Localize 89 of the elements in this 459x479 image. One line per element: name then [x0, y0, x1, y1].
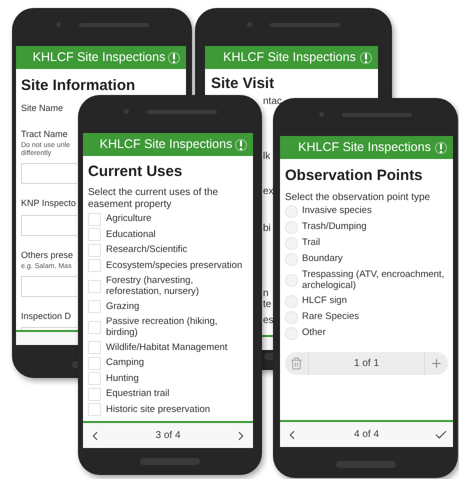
checkbox[interactable] — [88, 280, 101, 292]
field-label: lk — [263, 150, 270, 162]
checkbox[interactable] — [88, 228, 101, 241]
option-label: Research/Scientific — [106, 244, 188, 256]
option-label: Agriculture — [106, 213, 152, 225]
checkbox[interactable] — [88, 388, 101, 400]
radio-option[interactable]: Boundary — [285, 252, 448, 266]
input-field[interactable] — [21, 276, 77, 296]
radio-option[interactable]: Invasive species — [285, 204, 448, 218]
field-label: es — [263, 314, 274, 326]
radio-button[interactable] — [285, 220, 298, 234]
radio-button[interactable] — [285, 204, 298, 218]
radio-button[interactable] — [285, 252, 298, 266]
radio-option[interactable]: HLCF sign — [285, 294, 448, 308]
radio-option[interactable]: Other — [285, 326, 448, 340]
field-label: ex — [263, 186, 274, 196]
field-label: Site Name — [21, 102, 64, 114]
page-title: Observation Points — [285, 166, 424, 186]
option-label: Invasive species — [302, 205, 372, 217]
option-label: HLCF sign — [302, 295, 347, 307]
checkbox[interactable] — [88, 372, 101, 385]
radio-button[interactable] — [285, 326, 298, 340]
checkbox-option[interactable]: Ecosystem/species preservation — [88, 259, 248, 272]
input-field[interactable] — [21, 162, 77, 184]
alert-icon[interactable] — [235, 138, 247, 152]
page-indicator: 4 of 4 — [354, 428, 380, 442]
option-label: Educational — [106, 228, 156, 240]
option-label: Forestry (harvesting, reforestation, nursery) — [106, 274, 200, 298]
field-label: Tract Name — [21, 128, 68, 141]
option-label: Hunting — [106, 372, 139, 384]
checkbox[interactable] — [88, 403, 101, 416]
page-indicator: 3 of 4 — [155, 429, 181, 443]
radio-button[interactable] — [285, 236, 298, 250]
input-field[interactable] — [21, 215, 77, 236]
option-label: Boundary — [302, 253, 343, 265]
option-label: Trail — [302, 237, 320, 249]
option-label: Ecosystem/species preservation — [106, 260, 242, 272]
field-label: Inspection D — [21, 310, 72, 323]
alert-icon[interactable] — [435, 140, 447, 154]
field-label: bi — [263, 222, 271, 234]
field-label: Others prese — [21, 249, 74, 262]
checkbox-option[interactable]: Hunting — [88, 372, 248, 385]
radio-button[interactable] — [285, 274, 298, 286]
app-title: KHLCF Site Inspections — [222, 49, 357, 66]
radio-option[interactable]: Trail — [285, 236, 448, 250]
checkbox[interactable] — [88, 300, 101, 313]
app-title: KHLCF Site Inspections — [297, 139, 432, 156]
question-text: Select the current uses of the easement property — [88, 186, 220, 210]
page-title: Site Visit — [211, 74, 276, 94]
page-title: Current Uses — [88, 162, 184, 182]
field-label: ntac — [263, 96, 282, 106]
add-icon[interactable] — [430, 356, 443, 370]
radio-option[interactable]: Rare Species — [285, 310, 448, 324]
radio-button[interactable] — [285, 294, 298, 308]
option-label: Wildlife/Habitat Management — [106, 342, 228, 354]
checkbox[interactable] — [88, 259, 101, 272]
option-label: Trash/Dumping — [302, 221, 367, 233]
option-label: Rare Species — [302, 311, 360, 323]
checkbox-option[interactable]: Wildlife/Habitat Management — [88, 341, 248, 354]
record-indicator: 1 of 1 — [352, 356, 380, 370]
checkbox-option[interactable]: Forestry (harvesting, reforestation, nursery) — [88, 274, 248, 298]
radio-option[interactable]: Trash/Dumping — [285, 220, 448, 234]
checkbox-option[interactable]: Equestrian trail — [88, 388, 248, 400]
checkbox[interactable] — [88, 212, 101, 226]
field-label: n — [263, 288, 269, 298]
option-label: Passive recreation (hiking, birding) — [106, 316, 218, 338]
checkbox-option[interactable]: Grazing — [88, 300, 248, 313]
page-title: Site Information — [21, 76, 136, 96]
radio-button[interactable] — [285, 310, 298, 324]
checkbox-option[interactable]: Research/Scientific — [88, 244, 248, 256]
option-label: Equestrian trail — [106, 388, 170, 400]
app-title: KHLCF Site Inspections — [32, 49, 166, 66]
field-label: KNP Inspecto — [21, 196, 76, 210]
trash-icon[interactable] — [290, 356, 303, 370]
option-label: Grazing — [106, 300, 140, 312]
option-label: Other — [302, 327, 326, 339]
alert-icon[interactable] — [360, 50, 372, 64]
field-label: te — [263, 298, 272, 310]
checkbox-option[interactable]: Historic site preservation — [88, 403, 248, 416]
checkbox-option[interactable]: Educational — [88, 228, 248, 241]
app-title: KHLCF Site Inspections — [98, 136, 234, 154]
option-label: Historic site preservation — [106, 404, 210, 416]
alert-icon[interactable] — [168, 50, 180, 64]
checkbox[interactable] — [88, 341, 101, 354]
checkbox[interactable] — [88, 320, 101, 334]
checkbox-option[interactable]: Passive recreation (hiking, birding) — [88, 316, 248, 338]
checkbox[interactable] — [88, 244, 101, 256]
question-text: Select the observation point type — [285, 192, 432, 204]
checkbox-option[interactable]: Agriculture — [88, 212, 248, 226]
